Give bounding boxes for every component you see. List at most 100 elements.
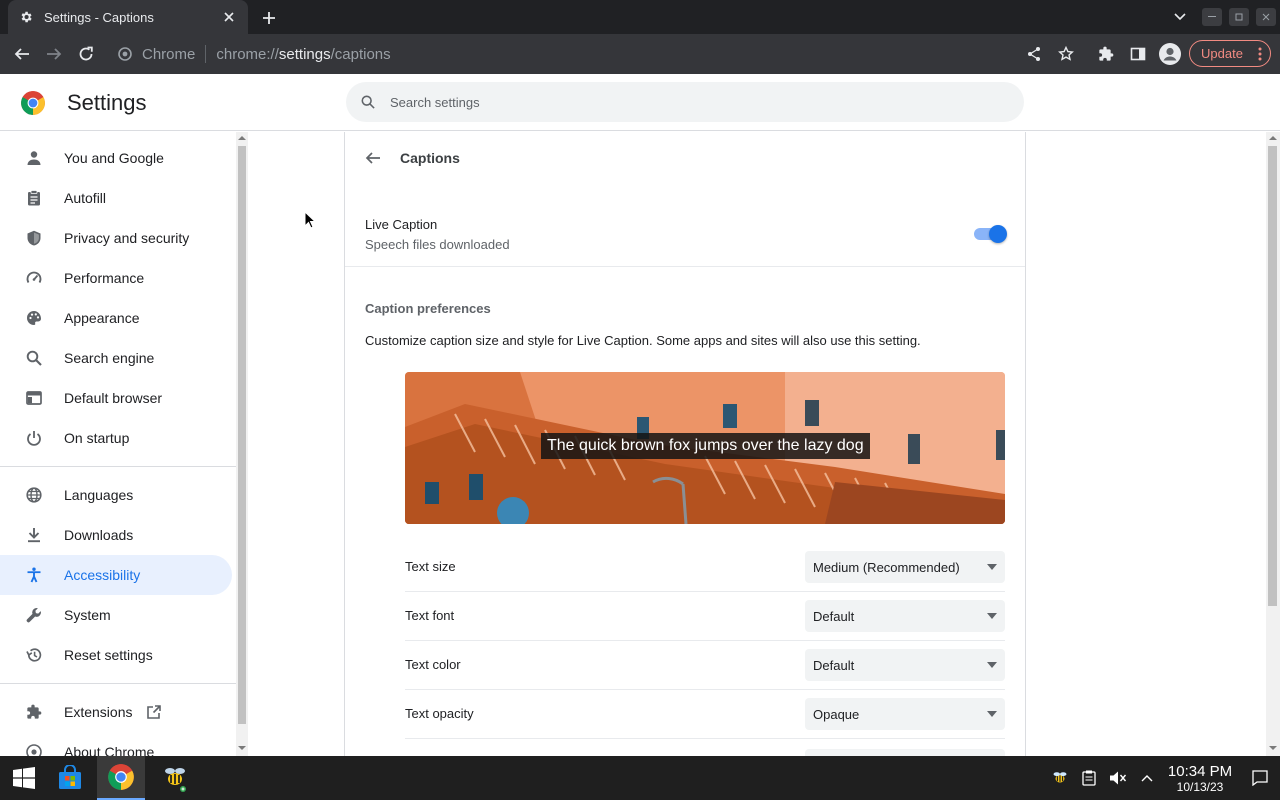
sidebar-item-label: Extensions — [64, 704, 133, 720]
close-window-icon[interactable] — [1256, 8, 1276, 26]
sidebar-item-system[interactable]: System — [0, 595, 232, 635]
new-tab-icon[interactable] — [258, 7, 280, 29]
sidebar-item-appearance[interactable]: Appearance — [0, 298, 232, 338]
search-box[interactable] — [346, 82, 1024, 122]
sidebar-item-autofill[interactable]: Autofill — [0, 178, 232, 218]
sidebar-item-label: Downloads — [64, 527, 134, 543]
sidebar-divider — [0, 466, 236, 467]
sidebar-item-privacy-and-security[interactable]: Privacy and security — [0, 218, 232, 258]
forward-icon[interactable] — [42, 42, 66, 66]
sidebar-divider — [0, 683, 236, 684]
sidebar-item-label: Privacy and security — [64, 230, 190, 246]
open-external-icon — [146, 704, 162, 720]
notifications-icon[interactable] — [1250, 768, 1270, 788]
sidebar-scrollbar-thumb[interactable] — [238, 146, 246, 724]
maximize-window-icon[interactable] — [1229, 8, 1249, 26]
start-windows-icon[interactable] — [0, 756, 48, 800]
sidebar-item-label: You and Google — [64, 150, 164, 166]
sidebar-item-you-and-google[interactable]: You and Google — [0, 138, 232, 178]
accessibility-icon — [24, 565, 44, 585]
sidebar-item-default-browser[interactable]: Default browser — [0, 378, 232, 418]
chrome-icon — [24, 742, 44, 756]
back-icon[interactable] — [10, 42, 34, 66]
volume-muted-icon[interactable] — [1108, 768, 1128, 788]
caption-preview-image: The quick brown fox jumps over the lazy … — [405, 372, 1005, 524]
more-vertical-icon[interactable] — [1257, 46, 1263, 62]
sidebar-item-search-engine[interactable]: Search engine — [0, 338, 232, 378]
section-divider — [345, 266, 1025, 267]
sidebar-item-downloads[interactable]: Downloads — [0, 515, 232, 555]
person-icon — [24, 148, 44, 168]
next-select-partial[interactable] — [805, 749, 1005, 756]
chrome-site-icon — [116, 45, 134, 63]
browser-window-icon — [24, 388, 44, 408]
update-button[interactable]: Update — [1189, 40, 1271, 67]
sidebar-item-label: Appearance — [64, 310, 140, 326]
download-icon — [24, 525, 44, 545]
clock-date: 10/13/23 — [1176, 780, 1224, 794]
main-scrollbar-thumb[interactable] — [1268, 146, 1277, 606]
taskbar-clock[interactable]: 10:34 PM 10/13/23 — [1160, 763, 1240, 794]
close-tab-icon[interactable] — [220, 8, 238, 26]
sidebar-item-label: Performance — [64, 270, 145, 286]
live-caption-toggle[interactable] — [973, 225, 1007, 243]
palette-icon — [24, 308, 44, 328]
text-opacity-label: Text opacity — [405, 706, 474, 721]
caption-preferences-description: Customize caption size and style for Liv… — [365, 333, 921, 348]
search-icon — [358, 92, 378, 112]
url-path: /captions — [330, 45, 391, 63]
minimize-window-icon[interactable] — [1202, 8, 1222, 26]
dropdown-caret-icon — [987, 613, 997, 619]
side-panel-icon[interactable] — [1126, 42, 1150, 66]
update-label: Update — [1201, 46, 1243, 61]
text-size-select[interactable]: Medium (Recommended) — [805, 551, 1005, 583]
show-hidden-icons-chevron-icon[interactable] — [1137, 768, 1157, 788]
text-opacity-select[interactable]: Opaque — [805, 698, 1005, 730]
toggle-knob — [989, 225, 1007, 243]
address-bar[interactable]: Chrome chrome:// settings /captions — [110, 38, 1020, 70]
sidebar-item-extensions[interactable]: Extensions — [0, 692, 232, 732]
main-scrollbar[interactable] — [1266, 132, 1280, 756]
text-font-value: Default — [813, 608, 855, 624]
bee-app-icon[interactable] — [151, 756, 199, 800]
back-arrow-icon[interactable] — [361, 146, 385, 170]
shield-icon — [24, 228, 44, 248]
clipboard-icon — [24, 188, 44, 208]
sidebar-item-label: About Chrome — [64, 744, 155, 756]
sidebar-item-label: Languages — [64, 487, 134, 503]
reload-icon[interactable] — [74, 42, 98, 66]
sidebar-item-performance[interactable]: Performance — [0, 258, 232, 298]
sidebar-item-accessibility[interactable]: Accessibility — [0, 555, 232, 595]
sidebar-item-label: Accessibility — [64, 567, 141, 583]
share-icon[interactable] — [1022, 42, 1046, 66]
wrench-icon — [24, 605, 44, 625]
text-size-value: Medium (Recommended) — [813, 559, 960, 575]
sidebar-item-on-startup[interactable]: On startup — [0, 418, 232, 458]
mouse-cursor-icon — [304, 211, 316, 229]
sidebar-item-label: Reset settings — [64, 647, 153, 663]
clock-time: 10:34 PM — [1167, 763, 1233, 780]
profile-avatar-icon[interactable] — [1158, 42, 1182, 66]
search-input[interactable] — [390, 94, 950, 110]
bee-tray-icon[interactable] — [1050, 768, 1070, 788]
sidebar-item-languages[interactable]: Languages — [0, 475, 232, 515]
text-size-label: Text size — [405, 559, 456, 574]
bookmark-star-icon[interactable] — [1054, 42, 1078, 66]
dropdown-caret-icon — [987, 564, 997, 570]
text-color-select[interactable]: Default — [805, 649, 1005, 681]
sidebar-scrollbar[interactable] — [236, 132, 248, 756]
sidebar-item-label: System — [64, 607, 111, 623]
tab-settings-captions[interactable]: Settings - Captions — [8, 0, 248, 34]
tab-search-chevron-icon[interactable] — [1170, 7, 1190, 27]
extensions-puzzle-icon[interactable] — [1094, 42, 1118, 66]
text-color-value: Default — [813, 657, 855, 673]
store-bag-icon[interactable] — [46, 756, 94, 800]
sidebar-item-reset-settings[interactable]: Reset settings — [0, 635, 232, 675]
clipboard-tray-icon[interactable] — [1079, 768, 1099, 788]
text-font-select[interactable]: Default — [805, 600, 1005, 632]
sidebar-item-about-chrome[interactable]: About Chrome — [0, 732, 232, 756]
text-color-row: Text color Default — [405, 641, 1005, 690]
captions-page-title: Captions — [400, 150, 460, 166]
chrome-taskbar-icon[interactable] — [97, 756, 145, 800]
page-title: Settings — [67, 90, 147, 115]
